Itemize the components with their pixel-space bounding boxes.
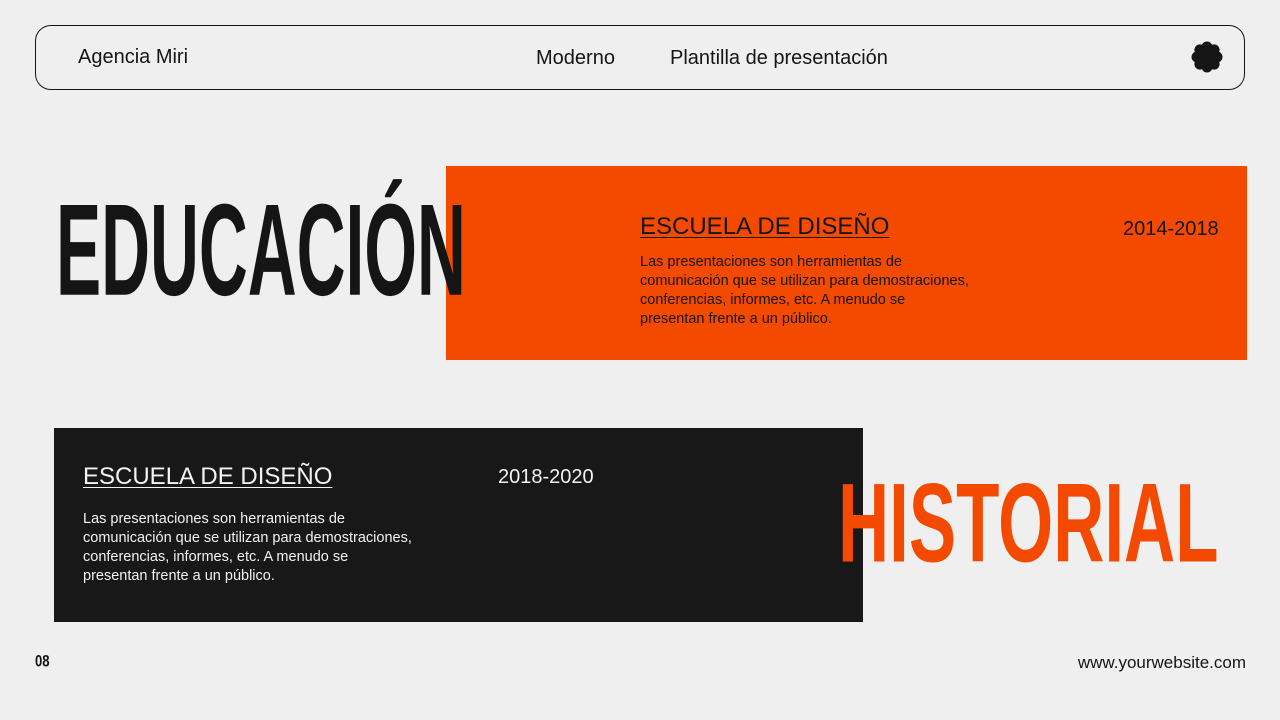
entry-description: Las presentaciones son herramientas de c… xyxy=(640,254,969,327)
page-number: 08 xyxy=(35,653,50,671)
entry-years: 2014-2018 xyxy=(1123,218,1219,240)
header-bar: Agencia Miri Moderno Plantilla de presen… xyxy=(35,25,1245,90)
website-link[interactable]: www.yourwebsite.com xyxy=(1078,653,1246,672)
flower-icon xyxy=(1191,41,1223,73)
headline-education: EDUCACIÓN xyxy=(56,177,466,324)
entry-title: ESCUELA DE DISEÑO xyxy=(83,463,333,490)
entry-years: 2018-2020 xyxy=(498,466,594,488)
entry-description: Las presentaciones son herramientas de c… xyxy=(83,511,412,584)
nav-item-moderno[interactable]: Moderno xyxy=(536,47,615,69)
brand-name: Agencia Miri xyxy=(78,46,189,68)
nav-item-plantilla[interactable]: Plantilla de presentación xyxy=(670,47,888,69)
entry-title: ESCUELA DE DISEÑO xyxy=(640,213,890,240)
education-card-1: ESCUELA DE DISEÑO 2014-2018 Las presenta… xyxy=(446,166,1247,360)
headline-history: HISTORIAL xyxy=(838,460,1219,587)
education-card-2: ESCUELA DE DISEÑO 2018-2020 Las presenta… xyxy=(54,428,863,622)
